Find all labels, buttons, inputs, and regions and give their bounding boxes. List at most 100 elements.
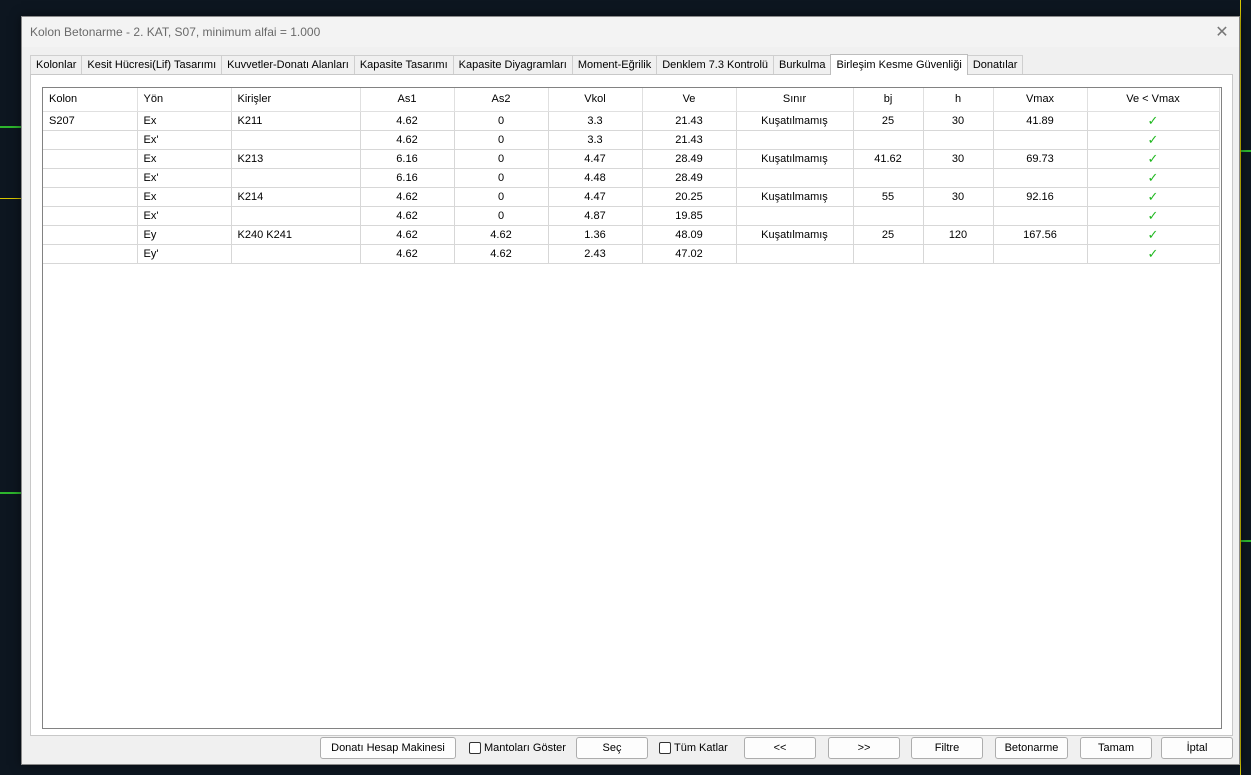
tab-kapasite-tasarimi[interactable]: Kapasite Tasarımı [353,55,454,74]
tab-kuvvetler[interactable]: Kuvvetler-Donatı Alanları [221,55,355,74]
cell-ve: 21.43 [642,130,737,150]
column-header[interactable]: h [923,88,994,112]
filtre-button[interactable]: Filtre [911,737,983,759]
cell-as2: 4.62 [454,244,549,264]
cell-yon: Ey' [137,244,232,264]
window-title: Kolon Betonarme - 2. KAT, S07, minimum a… [30,25,321,39]
cell-ve: 48.09 [642,225,737,245]
close-icon[interactable]: ✕ [1211,21,1233,43]
cell-bj [853,244,924,264]
check-icon: ✓ [1087,168,1220,188]
column-header[interactable]: As1 [360,88,455,112]
column-header[interactable]: Kolon [43,88,138,112]
cell-yon: Ex [137,111,232,131]
cell-ve: 19.85 [642,206,737,226]
cell-kirisler: K211 [231,111,361,131]
cell-kolon [43,244,138,264]
table-row[interactable]: Ex' 4.62 0 4.87 19.85 ✓ [43,206,1220,226]
tab-denklem-kontrolu[interactable]: Denklem 7.3 Kontrolü [656,55,775,74]
cell-vmax: 41.89 [993,111,1088,131]
cell-as2: 0 [454,206,549,226]
column-header[interactable]: Yön [137,88,232,112]
cell-as2: 0 [454,111,549,131]
table-row[interactable]: Ex K213 6.16 0 4.47 28.49 Kuşatılmamış 41.62 30 6… [43,149,1220,169]
cell-kolon [43,130,138,150]
tab-kesit-hucresi[interactable]: Kesit Hücresi(Lif) Tasarımı [81,55,223,74]
cell-sinir: Kuşatılmamış [736,187,854,207]
checkbox-box[interactable] [659,742,671,754]
table-row[interactable]: Ex' 6.16 0 4.48 28.49 ✓ [43,168,1220,188]
previous-button[interactable]: << [744,737,816,759]
button-bar: Donatı Hesap Makinesi Mantoları Göster S… [22,735,1239,765]
table-row[interactable]: Ey K240 K241 4.62 4.62 1.36 48.09 Kuşatılmamış… [43,225,1220,245]
cell-bj: 25 [853,111,924,131]
cell-as2: 0 [454,187,549,207]
mantolari-goster-label: Mantoları Göster [484,742,566,754]
sec-button[interactable]: Seç [576,737,648,759]
cell-as2: 0 [454,149,549,169]
tum-katlar-checkbox[interactable]: Tüm Katlar [659,737,728,759]
tab-birlesim-kesme[interactable]: Birleşim Kesme Güvenliği [830,54,968,75]
cad-background-line [1240,0,1241,775]
cad-background-line [1240,150,1251,152]
cad-background-line [0,198,21,199]
iptal-button[interactable]: İptal [1161,737,1233,759]
tab-donatilar[interactable]: Donatılar [966,55,1024,74]
mantolari-goster-checkbox[interactable]: Mantoları Göster [469,737,566,759]
betonarme-button[interactable]: Betonarme [995,737,1068,759]
cell-vkol: 2.43 [548,244,643,264]
tamam-button[interactable]: Tamam [1080,737,1152,759]
tab-moment-egrilik[interactable]: Moment-Eğrilik [571,55,658,74]
checkbox-box[interactable] [469,742,481,754]
cell-kolon [43,149,138,169]
cell-sinir [736,206,854,226]
cell-kirisler [231,130,361,150]
next-button[interactable]: >> [828,737,900,759]
cell-bj: 55 [853,187,924,207]
cell-as1: 4.62 [360,130,455,150]
table-row[interactable]: Ey' 4.62 4.62 2.43 47.02 ✓ [43,244,1220,264]
cell-kirisler [231,206,361,226]
cell-sinir: Kuşatılmamış [736,111,854,131]
cell-h: 30 [923,111,994,131]
results-grid[interactable]: Kolon Yön Kirişler As1 As2 Vkol Ve Sınır… [42,87,1222,729]
table-row[interactable]: S207 Ex K211 4.62 0 3.3 21.43 Kuşatılmamış 25 30 4… [43,111,1220,131]
cell-kirisler: K214 [231,187,361,207]
cell-ve: 21.43 [642,111,737,131]
cell-vkol: 4.47 [548,187,643,207]
cell-vmax [993,206,1088,226]
tab-burkulma[interactable]: Burkulma [773,55,832,74]
cell-as1: 6.16 [360,168,455,188]
cell-sinir [736,244,854,264]
cell-as1: 4.62 [360,111,455,131]
cell-ve: 47.02 [642,244,737,264]
column-header[interactable]: Sınır [736,88,854,112]
column-header[interactable]: Vmax [993,88,1088,112]
cell-vmax: 167.56 [993,225,1088,245]
cell-as2: 0 [454,130,549,150]
column-header[interactable]: Vkol [548,88,643,112]
cell-kolon [43,225,138,245]
table-row[interactable]: Ex' 4.62 0 3.3 21.43 ✓ [43,130,1220,150]
tab-kapasite-diyagramlari[interactable]: Kapasite Diyagramları [452,55,573,74]
column-header[interactable]: Ve < Vmax [1087,88,1220,112]
cell-yon: Ey [137,225,232,245]
cell-kirisler [231,244,361,264]
check-icon: ✓ [1087,111,1220,131]
column-header[interactable]: As2 [454,88,549,112]
donati-hesap-makinesi-button[interactable]: Donatı Hesap Makinesi [320,737,456,759]
table-row[interactable]: Ex K214 4.62 0 4.47 20.25 Kuşatılmamış 55 30 92.1… [43,187,1220,207]
tab-kolonlar[interactable]: Kolonlar [30,55,83,74]
cell-bj: 41.62 [853,149,924,169]
cell-vkol: 4.47 [548,149,643,169]
column-header[interactable]: Kirişler [231,88,361,112]
cad-background-line [1240,540,1251,542]
cad-background-line [0,492,21,494]
cell-kirisler: K240 K241 [231,225,361,245]
kolon-betonarme-dialog: Kolon Betonarme - 2. KAT, S07, minimum a… [21,16,1240,765]
column-header[interactable]: bj [853,88,924,112]
cell-sinir [736,168,854,188]
check-icon: ✓ [1087,244,1220,264]
column-header[interactable]: Ve [642,88,737,112]
tab-strip: Kolonlar Kesit Hücresi(Lif) Tasarımı Kuv… [30,54,1231,75]
